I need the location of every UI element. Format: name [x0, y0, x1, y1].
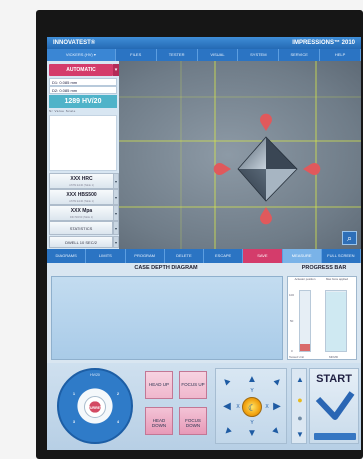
- tested-unit-label: Tested Unit: [289, 355, 305, 359]
- dial-position[interactable]: 4: [117, 420, 119, 424]
- arrow-down-right-icon[interactable]: ▼: [264, 419, 289, 444]
- conversion-label: XXX HBS500: [66, 192, 97, 198]
- force-progress-bar: [325, 290, 347, 352]
- menu-service[interactable]: SERVICE: [279, 49, 321, 61]
- tab-limits[interactable]: LIMITS: [86, 249, 126, 263]
- scale-select[interactable]: VICKERS (HV): [47, 49, 116, 61]
- dial-position[interactable]: 2: [117, 392, 119, 396]
- tab-diagrams[interactable]: DIAGRAMS: [47, 249, 87, 263]
- case-depth-title: CASE DEPTH DIAGRAM: [134, 265, 198, 271]
- magnifier-icon[interactable]: ⌕: [342, 231, 357, 245]
- conversion-label: XXX HRC: [70, 176, 93, 182]
- results-column-headers: Nr Value Scale: [49, 109, 76, 113]
- full-screen-button[interactable]: FULL SCREEN: [322, 249, 361, 263]
- dial-title: HV/20: [90, 373, 100, 377]
- mode-button[interactable]: AUTOMATIC: [49, 64, 113, 76]
- title-bar: INNOVATEST® IMPRESSIONS™ 2010: [47, 37, 361, 49]
- d2-readout: D2: 0.085 mm: [49, 86, 117, 94]
- head-down-button[interactable]: HEAD DOWN: [145, 407, 173, 435]
- max-force-label: Max force applied: [325, 277, 349, 281]
- dwell-button[interactable]: DWELL 10 SEC/2: [49, 236, 113, 248]
- turret-dial[interactable]: HV/20 1 2 3 4 TURRET: [57, 368, 133, 444]
- force-fill: [326, 292, 346, 351]
- menu-help[interactable]: HELP: [320, 49, 361, 61]
- left-panel: AUTOMATIC ▾ D1: 0.085 mm D2: 0.085 mm 12…: [47, 61, 119, 249]
- progress-title: PROGRESS BAR: [301, 265, 347, 271]
- arrow-up-left-icon[interactable]: ▲: [214, 369, 239, 394]
- menu-visual[interactable]: VISUAL: [198, 49, 239, 61]
- light-up-icon[interactable]: ▲: [291, 371, 309, 389]
- tick-label: 100: [289, 293, 295, 297]
- tab-escape[interactable]: ESCAPE: [204, 249, 244, 263]
- checkmark-icon: [315, 391, 355, 420]
- results-list[interactable]: [49, 115, 117, 171]
- actuator-progress-bar: [299, 290, 311, 352]
- device-bezel: INNOVATEST® IMPRESSIONS™ 2010 VICKERS (H…: [36, 10, 363, 459]
- tick-label: 50: [290, 319, 294, 323]
- save-button[interactable]: SAVE: [243, 249, 283, 263]
- control-strip: HV/20 1 2 3 4 TURRET HEAD UP HEAD DOWN F…: [47, 363, 361, 450]
- menu-system[interactable]: SYSTEM: [238, 49, 280, 61]
- conversion-standard: DIN 50150 (Table 1): [69, 216, 94, 219]
- start-indicator: [314, 433, 356, 440]
- tab-delete[interactable]: DELETE: [165, 249, 204, 263]
- mfmd-label: MFMD: [329, 355, 338, 359]
- case-depth-diagram: [51, 276, 283, 360]
- menu-files[interactable]: FILES: [116, 49, 157, 61]
- d1-readout: D1: 0.085 mm: [49, 78, 117, 86]
- head-up-button[interactable]: HEAD UP: [145, 371, 173, 399]
- start-button[interactable]: START: [309, 368, 359, 444]
- tick-label: 0: [291, 349, 293, 353]
- arrow-right-icon[interactable]: ▶: [268, 398, 286, 416]
- focus-down-button[interactable]: FOCUS DOWN: [179, 407, 207, 435]
- menu-bar: VICKERS (HV) FILES TESTER VISUAL SYSTEM …: [47, 49, 361, 61]
- turret-label: TURRET: [87, 406, 103, 410]
- measure-button[interactable]: MEASURE: [282, 249, 322, 263]
- conversion-button-mpa[interactable]: XXX Mpa DIN 50150 (Table 1): [49, 205, 113, 221]
- conversion-standard: ASTM E140 (Table 1): [69, 200, 94, 203]
- conversion-button-hb[interactable]: XXX HBS500 ASTM E140 (Table 1): [49, 189, 113, 205]
- arrow-down-left-icon[interactable]: ▼: [214, 419, 239, 444]
- start-label: START: [316, 373, 352, 385]
- hardness-result: 1289 HV/20: [49, 95, 117, 108]
- conversion-standard: ASTM E140 (Table 1): [69, 184, 94, 187]
- arrow-up-right-icon[interactable]: ▲: [264, 369, 289, 394]
- tab-program[interactable]: PROGRAM: [126, 249, 165, 263]
- dial-position[interactable]: 3: [73, 420, 75, 424]
- indentation-overlay: [119, 61, 361, 249]
- dial-position[interactable]: 1: [73, 392, 75, 396]
- light-bulb-icon: ●: [297, 395, 303, 405]
- arrow-down-icon[interactable]: ▼: [243, 425, 261, 443]
- conversion-button-hrc[interactable]: XXX HRC ASTM E140 (Table 1): [49, 173, 113, 189]
- focus-up-button[interactable]: FOCUS UP: [179, 371, 207, 399]
- screen: INNOVATEST® IMPRESSIONS™ 2010 VICKERS (H…: [47, 37, 361, 450]
- lamp-icon: ●: [297, 413, 303, 423]
- menu-tester[interactable]: TESTER: [157, 49, 198, 61]
- stage-direction-pad: ▲ ▲ ▲ Y ◀ X ☾ X ▶ Y ▼ ▼ ▼: [215, 368, 287, 444]
- light-control: ▲ ● ● ▼: [291, 368, 307, 444]
- brand-label: INNOVATEST®: [53, 40, 96, 46]
- product-label: IMPRESSIONS™ 2010: [292, 40, 355, 46]
- actuator-label: Actuator position: [294, 277, 316, 281]
- diagram-area: CASE DEPTH DIAGRAM PROGRESS BAR Actuator…: [47, 263, 361, 363]
- conversion-label: XXX Mpa: [70, 208, 93, 214]
- live-image-view[interactable]: ⌕: [119, 61, 361, 249]
- statistics-button[interactable]: STATISTICS: [49, 221, 113, 235]
- action-bar: DIAGRAMS LIMITS PROGRAM DELETE ESCAPE SA…: [47, 249, 361, 263]
- actuator-fill: [300, 343, 310, 351]
- light-down-icon[interactable]: ▼: [291, 426, 309, 444]
